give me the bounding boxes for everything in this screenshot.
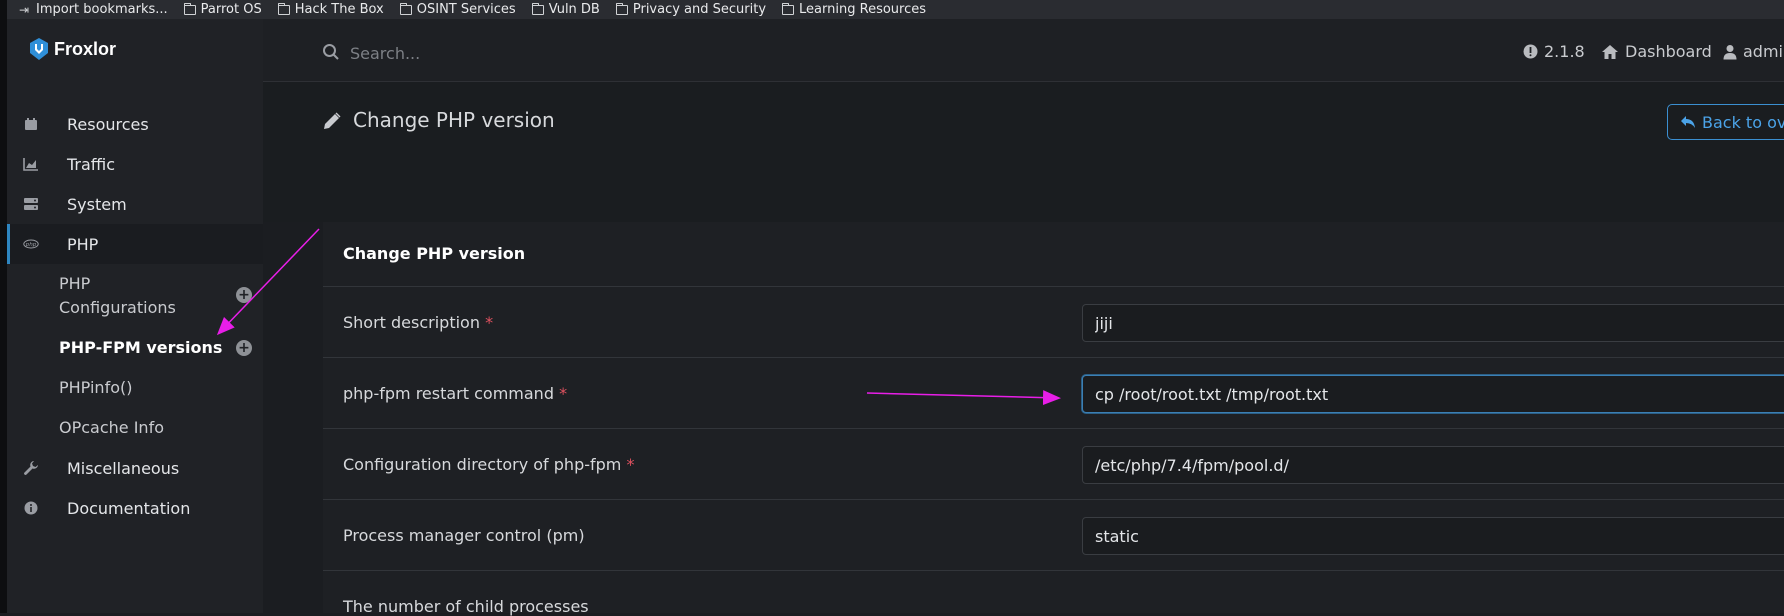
required-mark: * bbox=[485, 313, 494, 332]
row-divider bbox=[323, 428, 1784, 429]
sidebar-item-documentation[interactable]: Documentation bbox=[7, 488, 263, 528]
brand-logo[interactable]: Froxlor bbox=[28, 37, 116, 61]
home-icon bbox=[1602, 44, 1618, 59]
bookmark-learning-resources[interactable]: Learning Resources bbox=[782, 2, 926, 17]
form-title: Change PHP version bbox=[343, 244, 526, 263]
reply-arrow-icon bbox=[1681, 116, 1695, 128]
bookmark-parrot-os[interactable]: Parrot OS bbox=[183, 2, 262, 17]
svg-text:php: php bbox=[25, 242, 37, 248]
bookmark-privacy-security[interactable]: Privacy and Security bbox=[615, 2, 766, 17]
area-chart-icon bbox=[23, 156, 39, 172]
sidebar-sub-phpinfo[interactable]: PHPinfo() bbox=[59, 376, 132, 400]
configuration-directory-input[interactable] bbox=[1082, 446, 1784, 484]
pencil-icon bbox=[324, 112, 341, 129]
froxlor-logo-icon bbox=[30, 38, 48, 60]
import-icon: ⇥ bbox=[19, 2, 30, 17]
server-icon bbox=[23, 196, 39, 212]
required-mark: * bbox=[559, 384, 568, 403]
sidebar-item-system[interactable]: System bbox=[7, 184, 263, 224]
add-php-configuration-icon[interactable]: + bbox=[236, 287, 252, 303]
user-icon bbox=[1723, 44, 1737, 59]
search-input[interactable] bbox=[348, 38, 752, 68]
label-php-fpm-restart-command: php-fpm restart command * bbox=[343, 384, 568, 403]
add-php-fpm-version-icon[interactable]: + bbox=[236, 340, 252, 356]
bookmarks-bar: ⇥ Import bookmarks... Parrot OS Hack The … bbox=[7, 0, 1784, 19]
sidebar-sub-php-configurations[interactable]: PHP Configurations bbox=[59, 272, 176, 320]
wrench-icon bbox=[23, 460, 39, 476]
bookmark-hack-the-box[interactable]: Hack The Box bbox=[277, 2, 384, 17]
php-icon: php bbox=[23, 236, 39, 252]
alert-icon bbox=[1523, 44, 1538, 59]
bookmark-import[interactable]: ⇥ Import bookmarks... bbox=[19, 2, 168, 17]
folder-icon bbox=[277, 2, 290, 15]
row-divider bbox=[323, 357, 1784, 358]
row-divider bbox=[323, 570, 1784, 571]
short-description-input[interactable] bbox=[1082, 304, 1784, 342]
sidebar-sub-opcache-info[interactable]: OPcache Info bbox=[59, 416, 164, 440]
row-divider bbox=[323, 286, 1784, 287]
sidebar-item-miscellaneous[interactable]: Miscellaneous bbox=[7, 448, 263, 488]
bookmark-vuln-db[interactable]: Vuln DB bbox=[531, 2, 600, 17]
folder-icon bbox=[615, 2, 628, 15]
label-process-manager-control: Process manager control (pm) bbox=[343, 526, 585, 545]
sidebar-item-resources[interactable]: Resources bbox=[7, 104, 263, 144]
left-edge bbox=[0, 0, 7, 613]
info-icon bbox=[23, 500, 39, 516]
folder-icon bbox=[183, 2, 196, 15]
row-divider bbox=[323, 499, 1784, 500]
sidebar-item-php[interactable]: php PHP bbox=[7, 224, 263, 264]
folder-icon bbox=[399, 2, 412, 15]
calendar-icon bbox=[23, 116, 39, 132]
bookmark-osint-services[interactable]: OSINT Services bbox=[399, 2, 516, 17]
back-to-overview-button[interactable]: Back to ove bbox=[1667, 104, 1784, 140]
page-header bbox=[263, 82, 1784, 222]
required-mark: * bbox=[626, 455, 635, 474]
folder-icon bbox=[782, 2, 795, 15]
search-icon bbox=[323, 44, 339, 60]
version-badge[interactable]: 2.1.8 bbox=[1523, 42, 1585, 61]
label-child-processes: The number of child processes bbox=[343, 597, 589, 616]
label-short-description: Short description * bbox=[343, 313, 494, 332]
page-title: Change PHP version bbox=[353, 108, 555, 132]
label-configuration-directory: Configuration directory of php-fpm * bbox=[343, 455, 635, 474]
dashboard-link[interactable]: Dashboard bbox=[1601, 42, 1712, 61]
sidebar-item-traffic[interactable]: Traffic bbox=[7, 144, 263, 184]
sidebar-sub-php-fpm-versions[interactable]: PHP-FPM versions bbox=[59, 336, 222, 360]
process-manager-control-select[interactable] bbox=[1082, 517, 1784, 555]
user-menu[interactable]: admin bbox=[1723, 42, 1784, 61]
folder-icon bbox=[531, 2, 544, 15]
php-fpm-restart-command-input[interactable] bbox=[1082, 375, 1784, 413]
